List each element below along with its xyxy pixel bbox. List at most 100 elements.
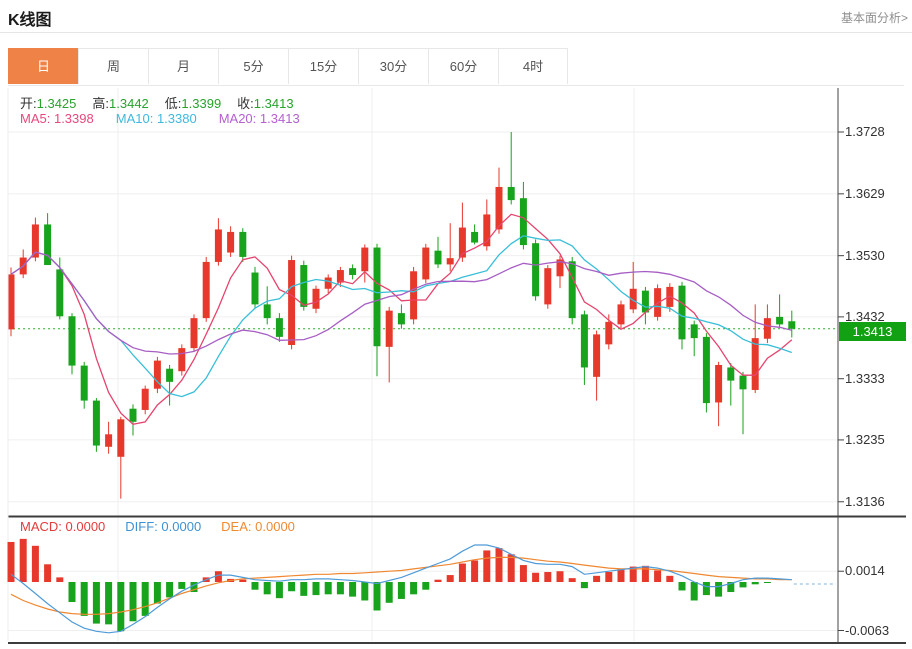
candle bbox=[398, 313, 405, 324]
macd-bar bbox=[386, 582, 393, 603]
macd-bar bbox=[349, 582, 356, 597]
macd-bar bbox=[764, 582, 771, 583]
macd-bar bbox=[435, 580, 442, 582]
macd-bar bbox=[32, 546, 39, 582]
macd-bar bbox=[398, 582, 405, 599]
candle bbox=[130, 409, 137, 422]
candle bbox=[691, 324, 698, 338]
high-value: 1.3442 bbox=[109, 96, 149, 111]
ma10-label: MA10: bbox=[116, 111, 154, 126]
macd-bar bbox=[130, 582, 137, 621]
candle bbox=[776, 317, 783, 324]
ohlc-high: 高:1.3442 bbox=[92, 96, 148, 111]
ma10-value: 1.3380 bbox=[157, 111, 197, 126]
y-axis-label: 1.3136 bbox=[845, 494, 907, 509]
macd-bar bbox=[374, 582, 381, 610]
candle bbox=[117, 419, 124, 456]
candle bbox=[544, 268, 551, 304]
macd-bar bbox=[300, 582, 307, 596]
macd-bar bbox=[471, 560, 478, 582]
macd-bar bbox=[544, 572, 551, 582]
low-label: 低: bbox=[165, 96, 182, 111]
kline-page: K线图 基本面分析> 日 周 月 5分 15分 30分 60分 4时 开:1.3… bbox=[0, 0, 912, 649]
candle bbox=[8, 274, 15, 329]
macd-bar bbox=[361, 582, 368, 600]
close-label: 收: bbox=[237, 96, 254, 111]
macd-bar bbox=[252, 582, 259, 590]
candle bbox=[422, 248, 429, 280]
macd-bar bbox=[642, 566, 649, 582]
macd-bar bbox=[166, 582, 173, 597]
candle bbox=[178, 348, 185, 371]
candle bbox=[386, 311, 393, 347]
diff-value: 0.0000 bbox=[161, 519, 201, 534]
candle bbox=[581, 314, 588, 367]
macd-bar bbox=[605, 572, 612, 582]
candle bbox=[56, 269, 63, 316]
open-label: 开: bbox=[20, 96, 37, 111]
ohlc-close: 收:1.3413 bbox=[237, 96, 293, 111]
candle bbox=[300, 265, 307, 307]
candle bbox=[532, 243, 539, 296]
candle bbox=[764, 318, 771, 339]
macd-bar bbox=[313, 582, 320, 595]
candle bbox=[618, 304, 625, 324]
macd-bar bbox=[56, 577, 63, 582]
macd-bar bbox=[69, 582, 76, 602]
macd-legend-row: MACD: 0.0000DIFF: 0.0000DEA: 0.0000 bbox=[20, 519, 315, 534]
ohlc-row: 开:1.3425高:1.3442低:1.3399收:1.3413 bbox=[20, 93, 310, 112]
macd-bar bbox=[288, 582, 295, 591]
candle bbox=[593, 334, 600, 376]
macd-bar bbox=[105, 582, 112, 624]
close-value: 1.3413 bbox=[254, 96, 294, 111]
macd-bar bbox=[666, 576, 673, 582]
macd-axis-label: -0.0063 bbox=[845, 623, 907, 638]
y-axis-label: 1.3728 bbox=[845, 124, 907, 139]
candle bbox=[508, 187, 515, 200]
macd-axis-label: 0.0014 bbox=[845, 563, 907, 578]
ma20-legend: MA20: 1.3413 bbox=[219, 111, 300, 126]
open-value: 1.3425 bbox=[37, 96, 77, 111]
macd-bar bbox=[44, 564, 51, 582]
ma-row: MA5: 1.3398 MA10: 1.3380 MA20: 1.3413 bbox=[20, 111, 322, 126]
candle bbox=[313, 289, 320, 309]
current-price-badge: 1.3413 bbox=[839, 322, 906, 341]
candle bbox=[252, 273, 259, 305]
macd-bar bbox=[276, 582, 283, 598]
macd-bar bbox=[142, 582, 149, 616]
candle bbox=[166, 369, 173, 382]
macd-bar bbox=[508, 554, 515, 582]
ma20-label: MA20: bbox=[219, 111, 257, 126]
y-axis-label: 1.3333 bbox=[845, 371, 907, 386]
diff-legend: DIFF: 0.0000 bbox=[125, 519, 201, 534]
candle bbox=[276, 318, 283, 337]
candle bbox=[605, 322, 612, 344]
ma20-value: 1.3413 bbox=[260, 111, 300, 126]
high-label: 高: bbox=[92, 96, 109, 111]
candle bbox=[69, 316, 76, 365]
y-axis-label: 1.3530 bbox=[845, 248, 907, 263]
candle bbox=[410, 271, 417, 319]
macd-bar bbox=[740, 582, 747, 587]
diff-label: DIFF: bbox=[125, 519, 158, 534]
ma5-value: 1.3398 bbox=[54, 111, 94, 126]
candle bbox=[435, 251, 442, 265]
y-axis-label: 1.3629 bbox=[845, 186, 907, 201]
candle bbox=[727, 367, 734, 380]
macd-bar bbox=[752, 582, 759, 584]
candle bbox=[788, 321, 795, 328]
macd-bar bbox=[337, 582, 344, 594]
candle bbox=[105, 434, 112, 446]
macd-bar bbox=[178, 582, 185, 589]
candle bbox=[288, 260, 295, 345]
candle bbox=[349, 268, 356, 275]
macd-legend: MACD: 0.0000 bbox=[20, 519, 105, 534]
candle bbox=[81, 366, 88, 401]
candle bbox=[203, 262, 210, 318]
candle bbox=[142, 389, 149, 410]
candle bbox=[325, 278, 332, 289]
macd-bar bbox=[447, 575, 454, 582]
ohlc-open: 开:1.3425 bbox=[20, 96, 76, 111]
macd-bar bbox=[81, 582, 88, 616]
ma5-label: MA5: bbox=[20, 111, 50, 126]
